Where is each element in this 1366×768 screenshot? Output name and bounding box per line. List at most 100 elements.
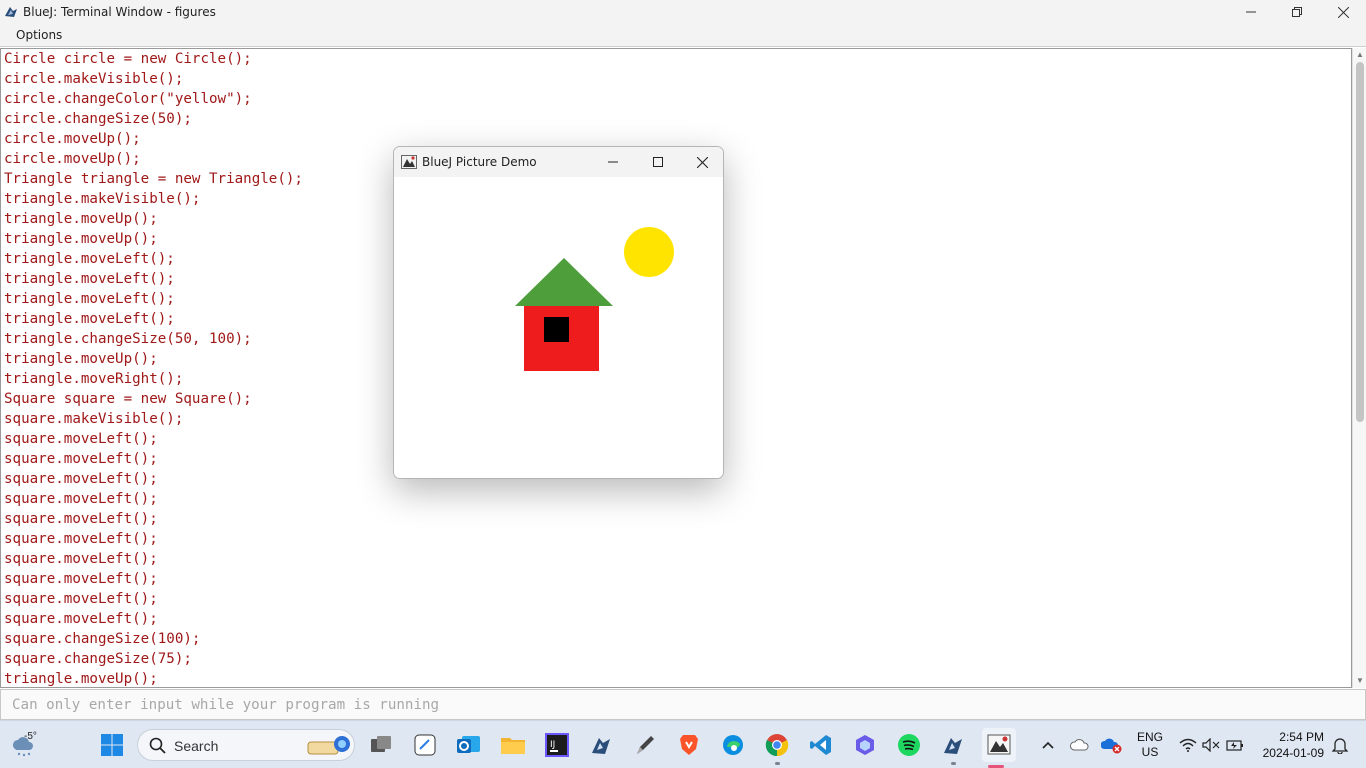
menu-options[interactable]: Options: [16, 28, 62, 42]
notes-app-icon: [414, 734, 436, 756]
clock-time: 2:54 PM: [1279, 730, 1324, 744]
terminal-line: triangle.moveUp();: [4, 211, 158, 227]
taskbar-app-copilot[interactable]: [851, 731, 879, 759]
onedrive-tray[interactable]: [1066, 731, 1094, 759]
onedrive-error-tray[interactable]: [1098, 731, 1126, 759]
input-language-indicator[interactable]: ENG US: [1134, 730, 1166, 760]
volume-muted-icon: [1202, 738, 1220, 752]
taskbar-app-edge[interactable]: [719, 731, 747, 759]
bluej-app-icon: [5, 7, 17, 17]
spotify-icon: [898, 734, 920, 756]
clock-date: 2024-01-09: [1262, 746, 1324, 760]
taskbar-app-brave[interactable]: [675, 731, 703, 759]
taskbar-app-java-picture[interactable]: [982, 728, 1016, 762]
terminal-line: square.changeSize(100);: [4, 631, 201, 647]
terminal-line: triangle.moveLeft();: [4, 271, 175, 287]
sun-circle: [624, 227, 674, 277]
terminal-line: square.moveLeft();: [4, 591, 158, 607]
minimize-icon: [1246, 11, 1256, 13]
terminal-line: square.moveLeft();: [4, 531, 158, 547]
bluej-running-indicator: [951, 762, 956, 765]
restore-icon: [1292, 7, 1302, 17]
terminal-line: square.makeVisible();: [4, 411, 184, 427]
chrome-icon: [765, 734, 789, 757]
scroll-down-icon[interactable]: ▼: [1356, 676, 1364, 685]
close-icon: [697, 156, 708, 168]
terminal-line: square.moveLeft();: [4, 551, 158, 567]
pen-icon: [637, 736, 654, 754]
start-button[interactable]: [98, 731, 126, 759]
terminal-line: square.changeSize(75);: [4, 651, 192, 667]
wifi-icon: [1179, 738, 1197, 752]
weather-temp: -5°: [24, 731, 37, 742]
house-roof-triangle: [515, 258, 613, 306]
menu-bar: Options: [0, 24, 1366, 47]
battery-charging-icon: [1226, 740, 1243, 751]
show-hidden-icons-button[interactable]: [1034, 731, 1062, 759]
terminal-line: triangle.moveLeft();: [4, 251, 175, 267]
task-view-icon: [371, 736, 391, 752]
picture-window-title: BlueJ Picture Demo: [422, 155, 537, 169]
terminal-line: square.moveLeft();: [4, 451, 158, 467]
terminal-line: triangle.moveRight();: [4, 371, 184, 387]
scroll-up-icon[interactable]: ▲: [1356, 50, 1364, 59]
bluej-bird-icon: [592, 738, 610, 754]
terminal-line: circle.moveUp();: [4, 151, 141, 167]
outlook-icon: [457, 736, 480, 753]
terminal-line: triangle.makeVisible();: [4, 191, 201, 207]
window-controls: [1228, 0, 1366, 24]
taskbar-app-notes[interactable]: [411, 731, 439, 759]
picture-minimize-button[interactable]: [590, 147, 635, 177]
svg-text:IJ: IJ: [550, 740, 555, 750]
minimize-icon: [607, 161, 618, 163]
terminal-line: square.moveLeft();: [4, 611, 158, 627]
vertical-scrollbar[interactable]: ▲ ▼: [1352, 48, 1366, 688]
intellij-icon: IJ: [545, 733, 569, 757]
house-window-square: [544, 317, 569, 342]
taskbar-app-pen[interactable]: [631, 731, 659, 759]
terminal-line: circle.changeColor("yellow");: [4, 91, 252, 107]
picture-window-title-bar[interactable]: BlueJ Picture Demo: [394, 147, 723, 177]
terminal-line: Triangle triangle = new Triangle();: [4, 171, 303, 187]
taskbar-app-outlook[interactable]: [455, 731, 483, 759]
terminal-input[interactable]: [2, 692, 1364, 718]
restore-button[interactable]: [1274, 0, 1320, 24]
window-title-bar: BlueJ: Terminal Window - figures: [0, 0, 1366, 24]
taskbar-app-spotify[interactable]: [895, 731, 923, 759]
bluej-icon: [944, 738, 962, 754]
vscode-icon: [810, 735, 831, 755]
taskbar-clock[interactable]: 2:54 PM 2024-01-09: [1252, 729, 1324, 761]
taskbar-search[interactable]: Search: [137, 729, 355, 761]
weather-widget[interactable]: -5°: [10, 729, 40, 761]
scrollbar-thumb[interactable]: [1356, 62, 1364, 422]
close-icon: [1337, 6, 1349, 18]
search-label: Search: [174, 738, 219, 754]
taskbar-app-vscode[interactable]: [807, 731, 835, 759]
language-code: ENG: [1136, 730, 1163, 744]
notifications-button[interactable]: [1326, 731, 1354, 759]
task-view-button[interactable]: [367, 731, 395, 759]
taskbar: -5° Search IJ ENG US 2:54 PM 2024-01-09: [0, 720, 1366, 768]
battery-tray[interactable]: [1221, 731, 1249, 759]
terminal-line: triangle.moveLeft();: [4, 311, 175, 327]
terminal-line: triangle.changeSize(50, 100);: [4, 331, 252, 347]
taskbar-app-file-explorer[interactable]: [499, 731, 527, 759]
minimize-button[interactable]: [1228, 0, 1274, 24]
taskbar-app-chrome[interactable]: [763, 731, 791, 759]
close-button[interactable]: [1320, 0, 1366, 24]
taskbar-app-bluej-terminal[interactable]: [939, 731, 967, 759]
picture-canvas: [394, 177, 723, 478]
onedrive-error-icon: [1101, 738, 1122, 754]
picture-demo-window[interactable]: BlueJ Picture Demo: [393, 146, 724, 479]
language-region: US: [1141, 745, 1159, 759]
taskbar-app-bluej[interactable]: [587, 731, 615, 759]
taskbar-app-intellij[interactable]: IJ: [543, 731, 571, 759]
terminal-line: square.moveLeft();: [4, 491, 158, 507]
copilot-icon: [856, 735, 874, 755]
picture-close-button[interactable]: [680, 147, 723, 177]
brave-icon: [680, 735, 698, 755]
picture-maximize-button[interactable]: [635, 147, 680, 177]
windows-start-icon: [101, 734, 123, 756]
terminal-line: Circle circle = new Circle();: [4, 51, 252, 67]
bell-icon: [1332, 738, 1348, 754]
